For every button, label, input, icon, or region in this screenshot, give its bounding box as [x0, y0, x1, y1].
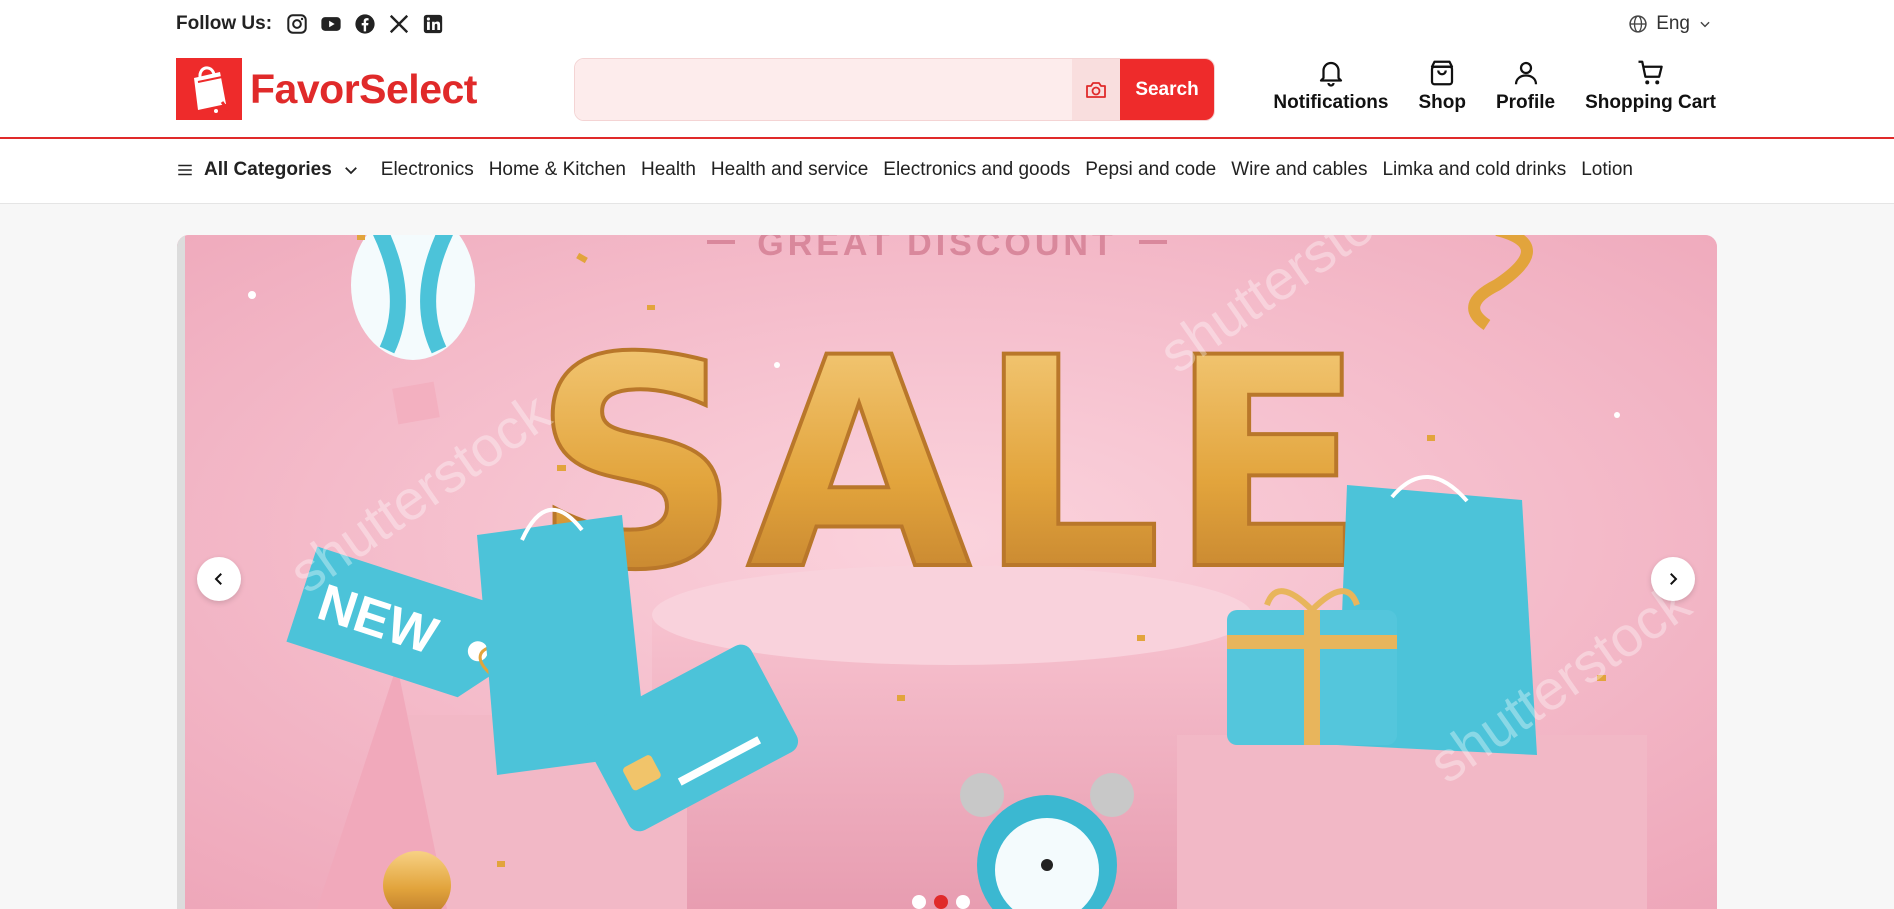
language-selector[interactable]: Eng: [1628, 13, 1712, 35]
chevron-left-icon: [214, 573, 222, 585]
cart-icon: [1638, 60, 1663, 85]
sale-balloon-text: SALE: [530, 295, 1372, 636]
hero-banner[interactable]: GREAT DISCOUNT SALE NEW shutterstock shu…: [177, 235, 1717, 909]
top-bar: Follow Us: Eng: [0, 0, 1894, 50]
main-header: FavorSelect Search Notifications Shop Pr…: [0, 50, 1894, 139]
header-actions: Notifications Shop Profile Shopping Cart: [1273, 58, 1716, 114]
banner-headline: GREAT DISCOUNT: [757, 235, 1116, 263]
carousel-dot[interactable]: [956, 895, 970, 909]
chevron-right-icon: [1670, 573, 1678, 585]
notifications-button[interactable]: Notifications: [1273, 58, 1388, 114]
search-input[interactable]: [575, 59, 1072, 120]
follow-us: Follow Us:: [176, 13, 444, 35]
facebook-icon[interactable]: [354, 13, 376, 35]
shopping-cart-label: Shopping Cart: [1585, 92, 1716, 113]
category-bar: All Categories Electronics Home & Kitche…: [0, 139, 1894, 204]
social-links: [286, 13, 444, 35]
chevron-down-icon: [1700, 21, 1710, 28]
instagram-icon[interactable]: [286, 13, 308, 35]
camera-icon: [1086, 81, 1106, 98]
category-link[interactable]: Health and service: [711, 159, 868, 181]
shop-label: Shop: [1418, 92, 1466, 113]
notifications-label: Notifications: [1273, 92, 1389, 113]
category-link[interactable]: Wire and cables: [1231, 159, 1367, 181]
carousel-indicators: [912, 895, 970, 909]
profile-label: Profile: [1495, 92, 1556, 113]
carousel-dot[interactable]: [912, 895, 926, 909]
follow-label: Follow Us:: [176, 13, 273, 34]
category-link[interactable]: Home & Kitchen: [489, 159, 626, 181]
category-link[interactable]: Pepsi and code: [1085, 159, 1216, 181]
brand-name: FavorSelect: [250, 65, 477, 112]
sale-banner-image: GREAT DISCOUNT SALE NEW shutterstock shu…: [177, 235, 1717, 909]
chevron-down-icon: [344, 167, 357, 175]
menu-icon: [178, 164, 192, 176]
carousel-prev-button[interactable]: [197, 557, 241, 601]
category-link[interactable]: Electronics and goods: [883, 159, 1070, 181]
category-link[interactable]: Health: [641, 159, 696, 181]
all-categories-label: All Categories: [204, 159, 332, 180]
bell-icon: [1319, 61, 1343, 87]
shopping-cart-button[interactable]: Shopping Cart: [1585, 58, 1716, 114]
shop-button[interactable]: Shop: [1418, 58, 1466, 114]
carousel-next-button[interactable]: [1651, 557, 1695, 601]
youtube-icon[interactable]: [320, 13, 342, 35]
category-link[interactable]: Limka and cold drinks: [1382, 159, 1566, 181]
brand-logo[interactable]: FavorSelect: [176, 58, 477, 120]
globe-icon: [1629, 15, 1647, 33]
search-button[interactable]: Search: [1120, 59, 1214, 120]
camera-search-button[interactable]: [1072, 59, 1120, 120]
all-categories-dropdown[interactable]: All Categories: [176, 159, 360, 181]
profile-button[interactable]: Profile: [1496, 58, 1555, 114]
category-link[interactable]: Electronics: [381, 159, 474, 181]
shopping-bag-icon: [1431, 60, 1454, 86]
language-label: Eng: [1656, 13, 1690, 34]
category-list: All Categories Electronics Home & Kitche…: [176, 159, 1633, 181]
carousel-dot-active[interactable]: [934, 895, 948, 909]
x-icon[interactable]: [388, 13, 410, 35]
category-link[interactable]: Lotion: [1581, 159, 1633, 181]
shopping-bag-logo-icon: [176, 58, 242, 120]
linkedin-icon[interactable]: [422, 13, 444, 35]
svg-text:SALE: SALE: [532, 297, 1372, 634]
user-icon: [1514, 61, 1537, 85]
search-bar: Search: [574, 58, 1215, 121]
